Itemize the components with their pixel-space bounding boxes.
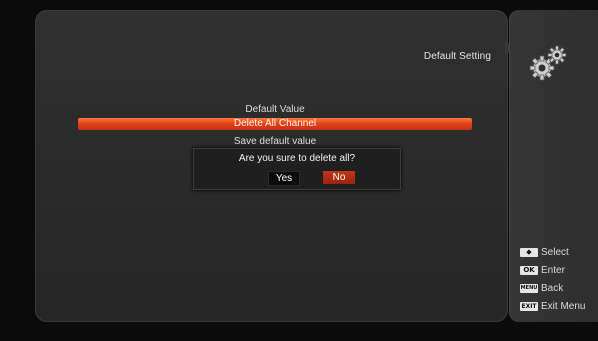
menu-item-delete-all-channel[interactable]: Delete All Channel: [78, 118, 472, 130]
confirm-dialog: Are you sure to delete all? Yes No: [193, 148, 401, 190]
hint-enter: OK Enter: [520, 265, 565, 277]
tv-menu-screen: Default Setting Default Value Delete All…: [0, 0, 598, 341]
exit-key-icon: EXIT: [520, 302, 538, 311]
hint-back-label: Back: [541, 283, 564, 294]
gear-icon: [529, 45, 567, 81]
hint-select-label: Select: [541, 247, 569, 258]
no-button[interactable]: No: [323, 171, 355, 184]
yes-button[interactable]: Yes: [268, 171, 300, 186]
hint-enter-label: Enter: [541, 265, 565, 276]
hint-exit-menu: EXIT Exit Menu: [520, 301, 585, 313]
up-down-arrow-icon: ◆: [520, 248, 538, 257]
dialog-question: Are you sure to delete all?: [238, 153, 356, 164]
hint-select: ◆ Select: [520, 247, 569, 259]
menu-item-save-default-value[interactable]: Save default value: [78, 135, 472, 149]
hint-back: MENU Back: [520, 283, 563, 295]
menu-key-icon: MENU: [520, 284, 538, 293]
hint-exit-menu-label: Exit Menu: [541, 301, 586, 312]
ok-key-icon: OK: [520, 266, 538, 275]
menu-item-default-value[interactable]: Default Value: [78, 103, 472, 117]
page-title: Default Setting: [423, 51, 491, 62]
